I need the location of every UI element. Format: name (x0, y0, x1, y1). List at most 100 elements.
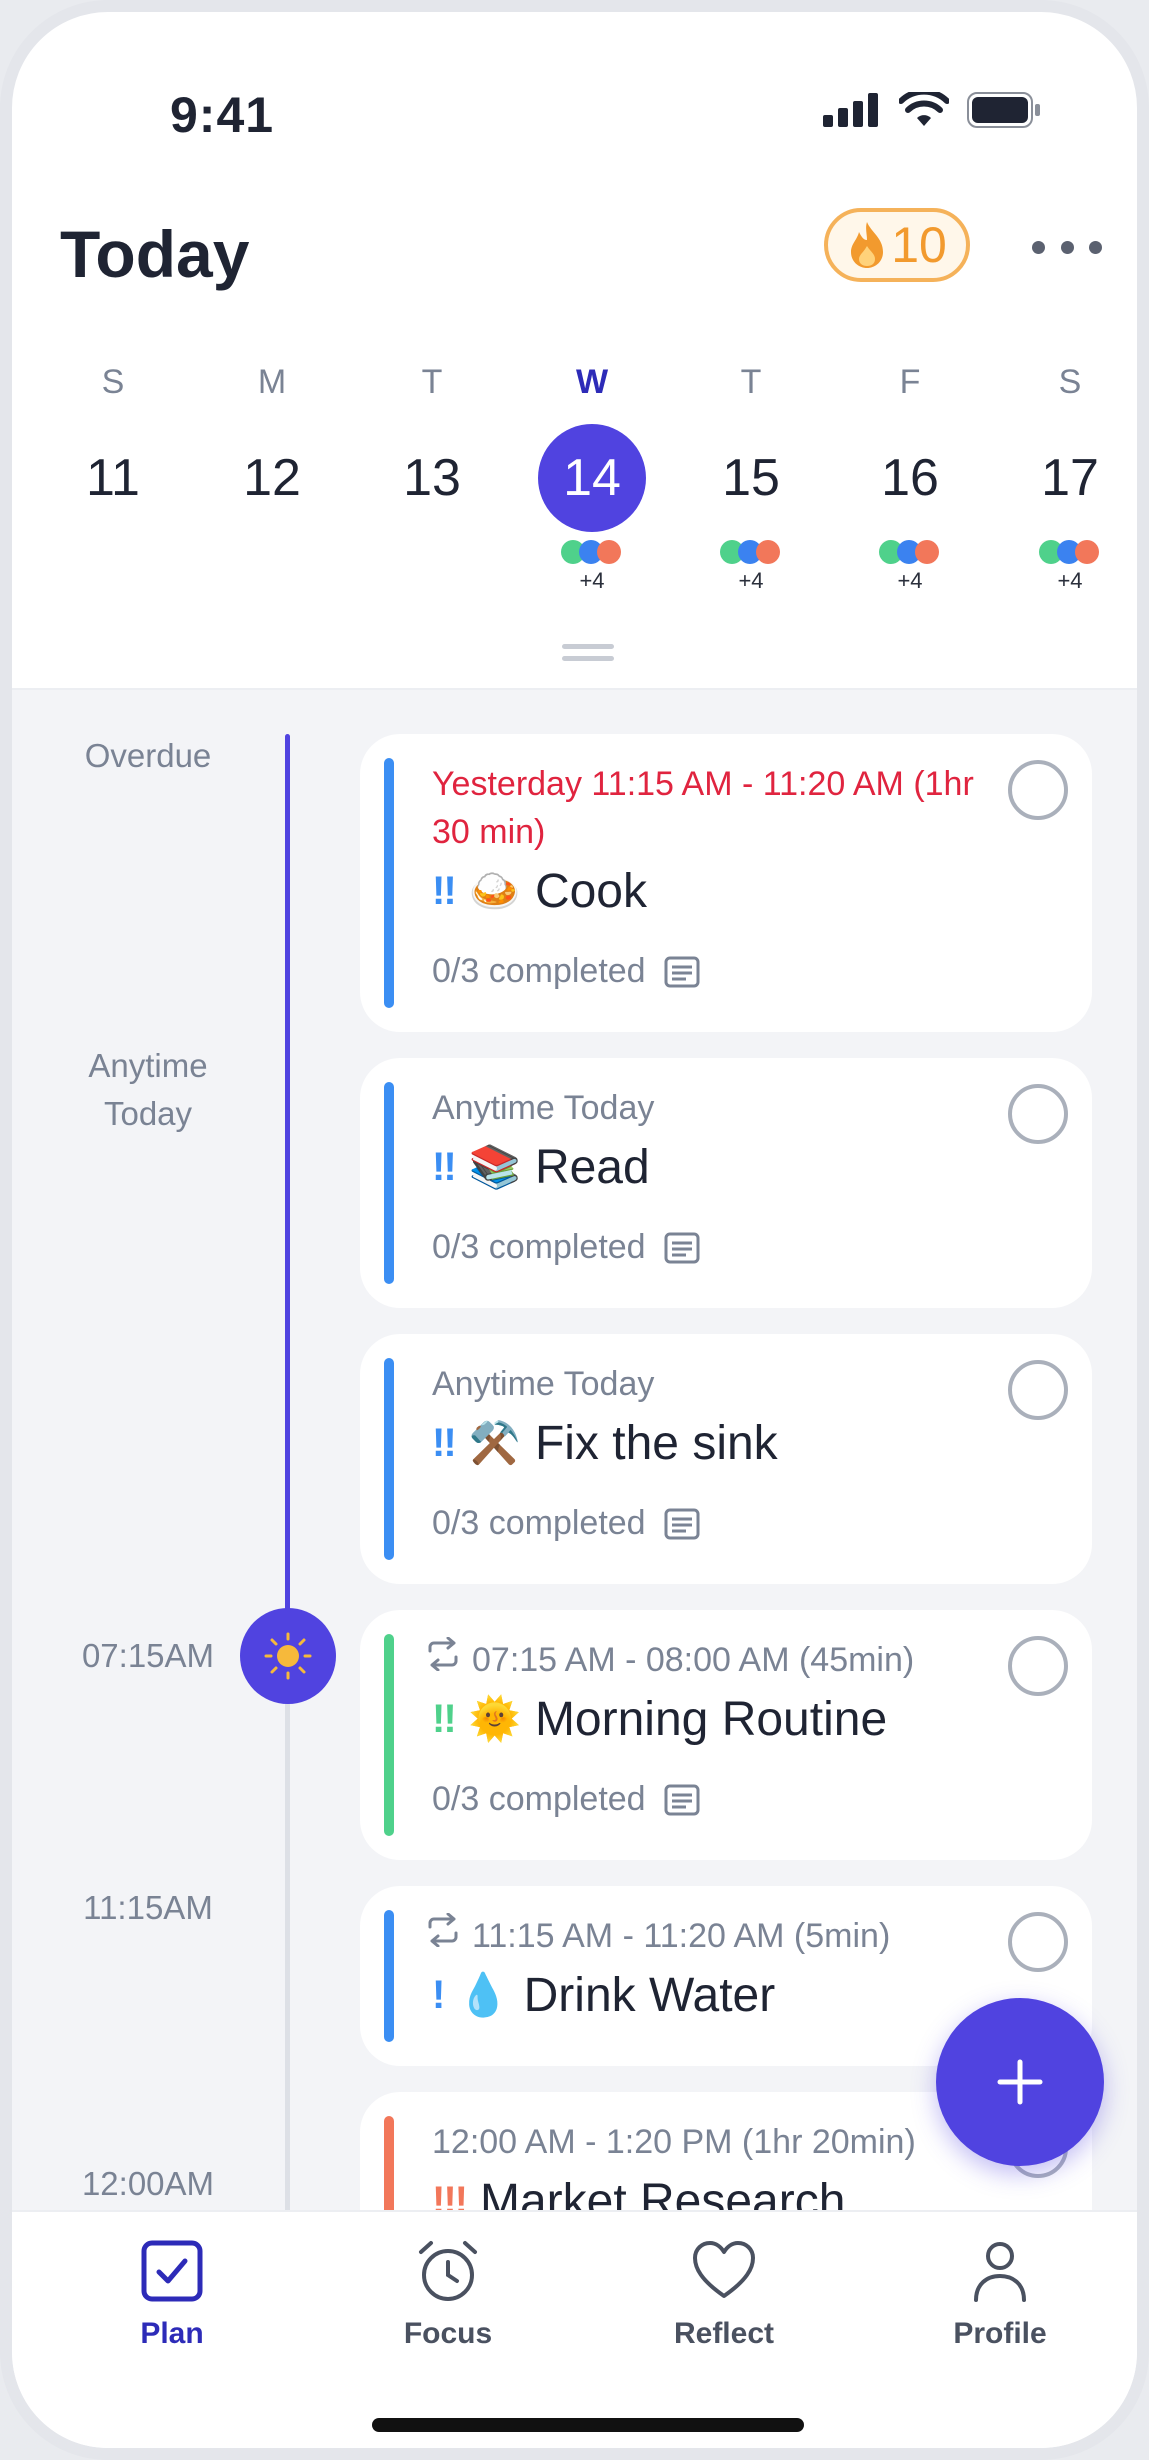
subtask-progress: 0/3 completed (432, 1228, 700, 1267)
task-dots (879, 540, 941, 564)
day-tue[interactable]: T 13 (367, 360, 497, 532)
tab-reflect[interactable]: Reflect (624, 2238, 824, 2351)
priority-indicator: ! (432, 1973, 445, 2017)
timeline-label-1115: 11:15AM (83, 1889, 213, 1926)
wifi-icon (899, 92, 949, 126)
phone-frame: 9:41 Today 10 S 11 M 12 T 13 W 14 +4 T 1… (0, 0, 1149, 2460)
subtask-progress: 0/3 completed (432, 1780, 700, 1819)
task-title-row: !! ⚒️ Fix the sink (432, 1416, 778, 1471)
task-color-bar (384, 1910, 394, 2042)
day-number: 17 (1041, 449, 1099, 507)
task-title-row: !!! Market Research (432, 2174, 845, 2212)
repeat-icon (424, 1913, 462, 1947)
day-mon[interactable]: M 12 (207, 360, 337, 532)
task-time: Yesterday 11:15 AM - 11:20 AM (1hr 30 mi… (432, 765, 974, 851)
day-sat[interactable]: S 17 +4 (1005, 360, 1135, 594)
task-list[interactable]: Overdue Anytime Today 07:15AM 11:15AM 12… (12, 688, 1137, 2212)
notes-icon (664, 1784, 700, 1815)
task-time: Anytime Today (432, 1089, 655, 1127)
person-icon (974, 2242, 1026, 2302)
tab-label: Plan (140, 2317, 204, 2350)
task-color-bar (384, 758, 394, 1008)
subtask-count: 0/3 completed (432, 952, 646, 990)
tab-label: Reflect (673, 2317, 775, 2350)
task-title-row: ! 💧 Drink Water (432, 1968, 775, 2023)
day-number: 12 (243, 449, 301, 507)
complete-checkbox[interactable] (1008, 1912, 1068, 1972)
add-task-button[interactable] (936, 1998, 1104, 2166)
task-emoji: 💧 (457, 1971, 510, 2018)
day-wed-selected[interactable]: W 14 +4 (527, 360, 657, 594)
drag-handle[interactable] (562, 644, 614, 662)
more-tasks-count: +4 (1057, 568, 1083, 593)
complete-checkbox[interactable] (1008, 760, 1068, 820)
page-title: Today (60, 217, 250, 291)
more-tasks-count: +4 (897, 568, 923, 593)
priority-indicator: !!! (432, 2179, 468, 2212)
subtask-progress: 0/3 completed (432, 952, 700, 991)
day-letter: F (899, 363, 921, 401)
day-number: 13 (403, 449, 461, 507)
task-title: Fix the sink (534, 1417, 778, 1470)
day-number: 11 (86, 449, 140, 507)
task-dots (720, 540, 782, 564)
complete-checkbox[interactable] (1008, 1084, 1068, 1144)
timeline-label-overdue: Overdue (84, 737, 212, 774)
task-emoji: 📚 (468, 1143, 521, 1190)
priority-indicator: !! (432, 869, 457, 913)
more-options-button[interactable] (1032, 232, 1102, 262)
task-title: Drink Water (523, 1969, 776, 2022)
timeline-line (285, 1648, 290, 2212)
task-title-row: !! 🍛 Cook (432, 864, 647, 919)
task-title-row: !! 📚 Read (432, 1140, 650, 1195)
tab-label: Profile (953, 2317, 1047, 2350)
timeline-label-0715: 07:15AM (81, 1637, 215, 1674)
more-tasks-count: +4 (738, 568, 764, 593)
priority-indicator: !! (432, 1421, 457, 1465)
task-title: Read (534, 1141, 650, 1194)
priority-indicator: !! (432, 1697, 457, 1741)
streak-count: 10 (891, 217, 947, 273)
subtask-progress: 0/3 completed (432, 1504, 700, 1543)
task-card-morning-routine[interactable]: 07:15 AM - 08:00 AM (45min) !! 🌞 Morning… (360, 1610, 1092, 1860)
task-title-row: !! 🌞 Morning Routine (432, 1692, 887, 1747)
home-indicator (372, 2418, 804, 2432)
status-time: 9:41 (170, 87, 275, 143)
complete-checkbox[interactable] (1008, 1636, 1068, 1696)
day-letter: T (421, 363, 443, 401)
signal-icon (823, 93, 878, 127)
day-letter: S (101, 363, 125, 401)
notes-icon (664, 1508, 700, 1539)
flame-icon (851, 222, 884, 268)
task-time: Anytime Today (432, 1365, 655, 1403)
tab-focus[interactable]: Focus (348, 2238, 548, 2351)
day-number: 15 (722, 449, 780, 507)
day-thu[interactable]: T 15 +4 (686, 360, 816, 594)
task-card-fix-the-sink[interactable]: Anytime Today !! ⚒️ Fix the sink 0/3 com… (360, 1334, 1092, 1584)
task-card-cook[interactable]: Yesterday 11:15 AM - 11:20 AM (1hr 30 mi… (360, 734, 1092, 1032)
day-fri[interactable]: F 16 +4 (845, 360, 975, 594)
status-icons (823, 92, 1041, 128)
repeat-icon (424, 1637, 462, 1671)
task-color-bar (384, 1634, 394, 1836)
day-number: 14 (538, 424, 646, 532)
tab-profile[interactable]: Profile (900, 2238, 1100, 2351)
timeline-label-1200: 12:00AM (81, 2165, 215, 2202)
task-time: 07:15 AM - 08:00 AM (45min) (472, 1641, 915, 1679)
plus-icon (997, 2059, 1043, 2105)
day-sun[interactable]: S 11 (48, 360, 178, 532)
subtask-count: 0/3 completed (432, 1780, 646, 1818)
task-emoji: 🌞 (468, 1695, 521, 1742)
alarm-clock-icon (419, 2241, 477, 2301)
task-time-row: 07:15 AM - 08:00 AM (45min) (424, 1636, 984, 1684)
complete-checkbox[interactable] (1008, 1360, 1068, 1420)
more-tasks-count: +4 (579, 568, 605, 593)
task-card-read[interactable]: Anytime Today !! 📚 Read 0/3 completed (360, 1058, 1092, 1308)
day-letter: W (575, 363, 609, 401)
subtask-count: 0/3 completed (432, 1504, 646, 1542)
task-emoji: 🍛 (468, 867, 521, 914)
tab-plan[interactable]: Plan (72, 2238, 272, 2351)
task-color-bar (384, 2116, 394, 2212)
day-letter: T (740, 363, 762, 401)
streak-badge[interactable]: 10 (824, 208, 970, 282)
